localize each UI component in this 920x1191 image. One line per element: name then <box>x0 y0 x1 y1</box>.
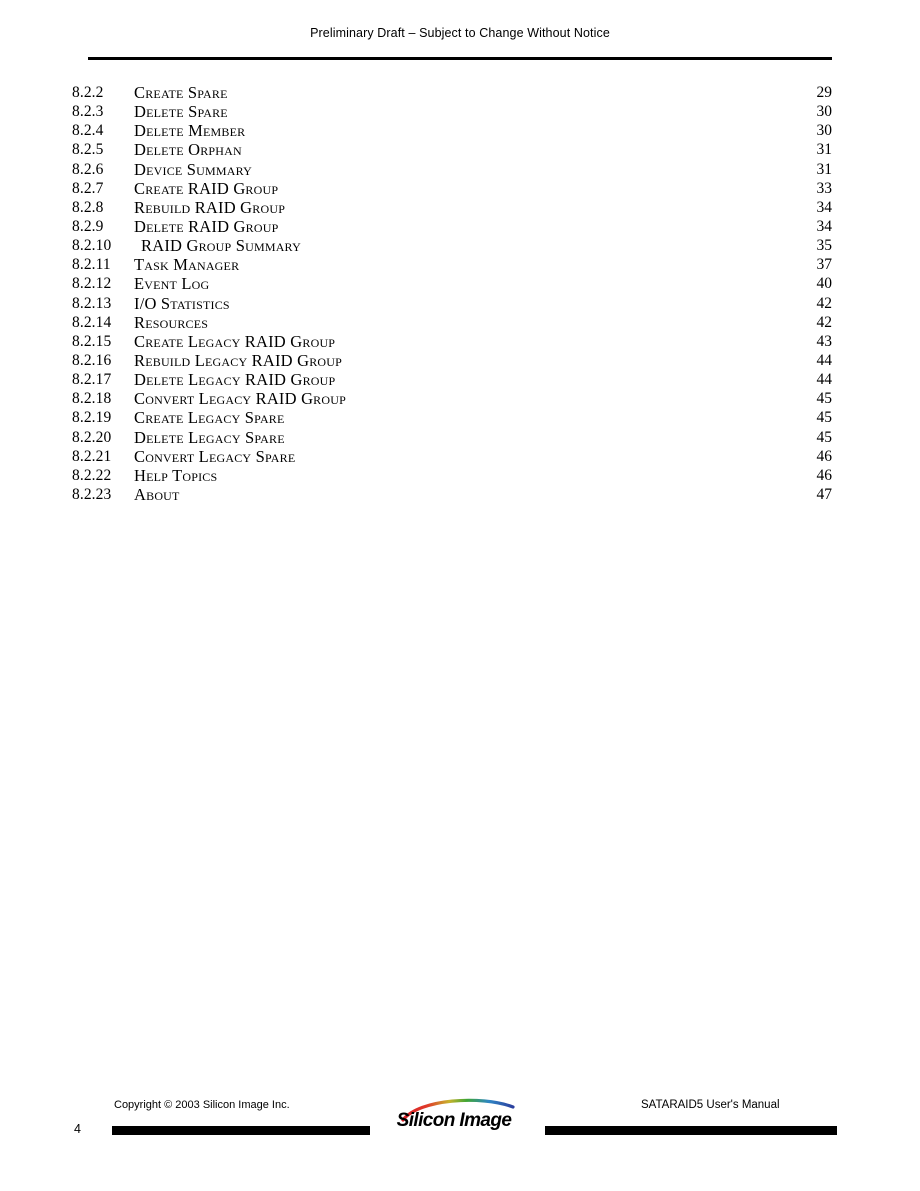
toc-entry[interactable]: 8.2.13 I/O Statistics 42 <box>0 294 920 313</box>
toc-entry-title: RAID Group Summary <box>141 236 301 256</box>
toc-entry-page-number: 43 <box>816 332 833 350</box>
toc-entry[interactable]: 8.2.6 Device Summary 31 <box>0 160 920 179</box>
toc-entry-page-number: 44 <box>816 351 833 369</box>
toc-entry-page-number: 30 <box>816 122 833 140</box>
toc-entry-title: Delete Member <box>134 121 246 141</box>
toc-entry-number: 8.2.10 <box>72 237 112 255</box>
toc-entry[interactable]: 8.2.7 Create RAID Group 33 <box>0 179 920 198</box>
toc-entry-number: 8.2.18 <box>72 390 112 408</box>
toc-entry-title: Create Spare <box>134 83 228 102</box>
toc-entry-page-number: 46 <box>816 466 833 484</box>
toc-entry[interactable]: 8.2.15 Create Legacy RAID Group 43 <box>0 332 920 351</box>
toc-entry-page-number: 44 <box>816 371 833 389</box>
toc-entry-page-number: 35 <box>816 237 833 255</box>
toc-entry-number: 8.2.4 <box>72 122 104 140</box>
toc-entry-page-number: 45 <box>816 428 833 446</box>
toc-entry-title: Delete Spare <box>134 102 228 122</box>
toc-entry-number: 8.2.15 <box>72 332 112 350</box>
toc-entry-number: 8.2.19 <box>72 409 112 427</box>
toc-entry-title: Device Summary <box>134 159 253 179</box>
toc-entry-title: Convert Legacy RAID Group <box>134 389 346 409</box>
toc-entry-number: 8.2.22 <box>72 466 112 484</box>
toc-entry-page-number: 31 <box>816 160 833 178</box>
toc-entry-page-number: 34 <box>816 198 833 216</box>
toc-entry-page-number: 42 <box>816 313 833 331</box>
toc-entry-page-number: 30 <box>816 103 833 121</box>
toc-entry-title: Resources <box>134 312 209 332</box>
toc-entry[interactable]: 8.2.21 Convert Legacy Spare 46 <box>0 447 920 466</box>
toc-entry-title: Event Log <box>134 274 210 294</box>
toc-entry-title: Delete Orphan <box>134 140 242 160</box>
toc-entry-number: 8.2.9 <box>72 217 104 235</box>
toc-entry-number: 8.2.12 <box>72 275 112 293</box>
footer-copyright: Copyright © 2003 Silicon Image Inc. <box>114 1099 290 1111</box>
toc-entry-title: Delete RAID Group <box>134 216 279 236</box>
toc-entry[interactable]: 8.2.19 Create Legacy Spare 45 <box>0 408 920 427</box>
toc-entry[interactable]: 8.2.22 Help Topics 46 <box>0 466 920 485</box>
toc-entry-page-number: 31 <box>816 141 833 159</box>
page-header-notice: Preliminary Draft – Subject to Change Wi… <box>310 26 610 40</box>
toc-entry[interactable]: 8.2.23 About 47 <box>0 485 920 504</box>
footer-rule-right <box>545 1126 837 1135</box>
toc-entry-number: 8.2.7 <box>72 179 104 197</box>
silicon-image-logo: Silicon Image <box>389 1096 519 1140</box>
toc-entry[interactable]: 8.2.9 Delete RAID Group 34 <box>0 217 920 236</box>
toc-entry-number: 8.2.20 <box>72 428 112 446</box>
footer-rule-left <box>112 1126 370 1135</box>
footer-manual-title: SATARAID5 User's Manual <box>641 1099 780 1111</box>
toc-entry-page-number: 45 <box>816 390 833 408</box>
toc-entry-title: Rebuild Legacy RAID Group <box>134 350 343 370</box>
toc-entry-number: 8.2.8 <box>72 198 104 216</box>
toc-entry[interactable]: 8.2.14 Resources 42 <box>0 313 920 332</box>
toc-entry-title: Help Topics <box>134 465 218 485</box>
toc-entry[interactable]: 8.2.12 Event Log 40 <box>0 274 920 293</box>
toc-entry[interactable]: 8.2.5 Delete Orphan 31 <box>0 140 920 159</box>
header-divider-rule <box>88 57 832 60</box>
toc-entry-page-number: 37 <box>816 256 833 274</box>
toc-entry[interactable]: 8.2.16 Rebuild Legacy RAID Group 44 <box>0 351 920 370</box>
toc-entry-page-number: 34 <box>816 217 833 235</box>
toc-entry-title: Delete Legacy Spare <box>134 427 285 447</box>
toc-entry[interactable]: 8.2.2 Create Spare 29 <box>0 83 920 102</box>
toc-entry[interactable]: 8.2.8 Rebuild RAID Group 34 <box>0 198 920 217</box>
toc-entry-number: 8.2.5 <box>72 141 104 159</box>
toc-entry[interactable]: 8.2.18 Convert Legacy RAID Group 45 <box>0 389 920 408</box>
toc-entry-page-number: 42 <box>816 294 833 312</box>
toc-entry[interactable]: 8.2.4 Delete Member 30 <box>0 121 920 140</box>
toc-entry-title: Rebuild RAID Group <box>134 197 286 217</box>
toc-entry[interactable]: 8.2.3 Delete Spare 30 <box>0 102 920 121</box>
toc-entry-title: Create Legacy Spare <box>134 408 285 428</box>
toc-entry-number: 8.2.13 <box>72 294 112 312</box>
footer-page-number: 4 <box>74 1122 81 1136</box>
toc-entry-title: Delete Legacy RAID Group <box>134 370 336 390</box>
toc-entry[interactable]: 8.2.17 Delete Legacy RAID Group 44 <box>0 370 920 389</box>
toc-entry[interactable]: 8.2.20 Delete Legacy Spare 45 <box>0 428 920 447</box>
toc-entry-title: Create Legacy RAID Group <box>134 331 336 351</box>
toc-entry[interactable]: 8.2.11 Task Manager 37 <box>0 255 920 274</box>
toc-entry-title: I/O Statistics <box>134 293 230 313</box>
toc-entry[interactable]: 8.2.10 RAID Group Summary 35 <box>0 236 920 255</box>
toc-entry-page-number: 29 <box>816 84 833 101</box>
toc-entry-page-number: 47 <box>816 485 833 503</box>
toc-entry-title: Task Manager <box>134 255 240 275</box>
toc-entry-number: 8.2.2 <box>72 84 104 101</box>
toc-entry-page-number: 46 <box>816 447 833 465</box>
logo-wordmark: Silicon Image <box>396 1110 512 1131</box>
toc-entry-number: 8.2.21 <box>72 447 112 465</box>
toc-entry-number: 8.2.16 <box>72 351 112 369</box>
toc-entry-number: 8.2.23 <box>72 485 112 503</box>
document-page: Preliminary Draft – Subject to Change Wi… <box>0 0 920 1191</box>
toc-entry-title: Convert Legacy Spare <box>134 446 296 466</box>
table-of-contents: 8.2.2 Create Spare 29 8.2.3 Delete Spare 30 8.… <box>0 83 920 504</box>
toc-entry-page-number: 33 <box>816 179 833 197</box>
toc-entry-title: Create RAID Group <box>134 178 279 198</box>
toc-entry-number: 8.2.3 <box>72 103 104 121</box>
toc-entry-number: 8.2.17 <box>72 371 112 389</box>
toc-entry-number: 8.2.14 <box>72 313 112 331</box>
toc-entry-title: About <box>134 484 180 504</box>
toc-entry-page-number: 45 <box>816 409 833 427</box>
toc-entry-number: 8.2.6 <box>72 160 104 178</box>
toc-entry-page-number: 40 <box>816 275 833 293</box>
toc-entry-number: 8.2.11 <box>72 256 111 274</box>
